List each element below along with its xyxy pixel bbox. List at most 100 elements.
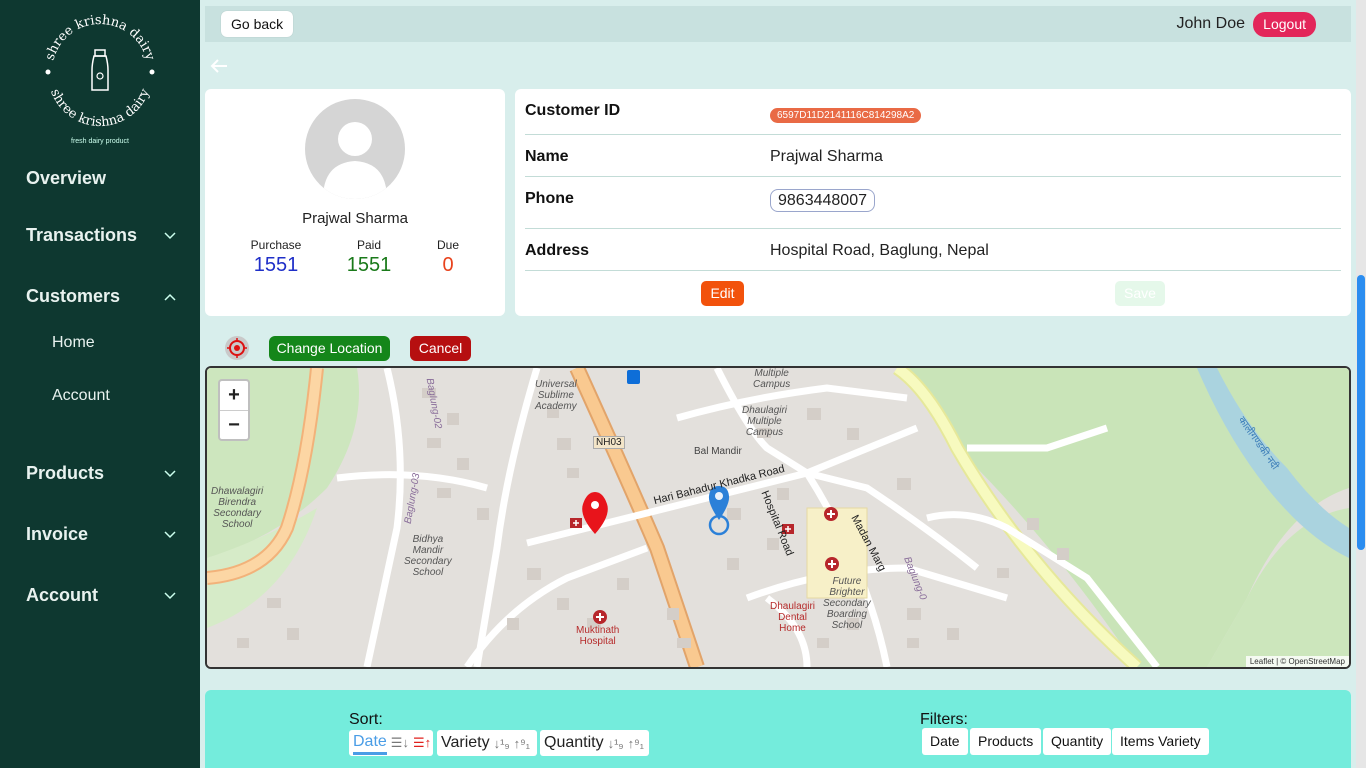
brand-logo: shree krishna dairy shree krishna dairy … xyxy=(43,13,158,145)
hospital-icon xyxy=(593,610,607,624)
sort-filter-panel: Sort: Date ☰↓ ☰↑ Variety ↓¹₉ ↑⁹₁ Quantit… xyxy=(205,690,1351,768)
scrollbar-thumb[interactable] xyxy=(1357,275,1365,550)
sort-title: Sort: xyxy=(349,711,383,728)
sort-numeric-ascending-icon[interactable]: ↓¹₉ xyxy=(608,736,624,751)
phone-label: Phone xyxy=(525,190,574,207)
customer-profile-card: Prajwal Sharma Purchase 1551 Paid 1551 D… xyxy=(205,89,505,316)
sidebar-item-products[interactable]: Products xyxy=(26,463,176,484)
brand-name-bottom: shree krishna dairy xyxy=(47,86,153,130)
address-value: Hospital Road, Baglung, Nepal xyxy=(770,242,989,259)
back-arrow-icon[interactable] xyxy=(208,55,232,77)
customer-id-label: Customer ID xyxy=(525,102,621,119)
sidebar-item-customers[interactable]: Customers xyxy=(26,286,176,307)
sidebar-item-label: Transactions xyxy=(26,225,138,245)
chevron-down-icon xyxy=(164,530,176,538)
sort-numeric-descending-icon[interactable]: ↑⁹₁ xyxy=(628,736,644,751)
go-back-button[interactable]: Go back xyxy=(221,11,294,37)
sidebar-item-invoice[interactable]: Invoice xyxy=(26,524,176,545)
sort-quantity-group: Quantity ↓¹₉ ↑⁹₁ xyxy=(540,730,649,756)
map-label-bidhya: Bidhya Mandir Secondary School xyxy=(404,534,452,578)
due-label: Due xyxy=(436,238,459,252)
zoom-out-button[interactable]: − xyxy=(220,410,248,439)
customer-name: Prajwal Sharma xyxy=(302,210,408,227)
customer-details-card: Customer ID 6597D11D2141116C814298A2 Nam… xyxy=(515,89,1351,316)
purchase-label: Purchase xyxy=(250,238,302,252)
map-label-universal: Universal Sublime Academy xyxy=(535,379,577,412)
filter-chip-quantity[interactable]: Quantity xyxy=(1043,728,1112,755)
filters-title: Filters: xyxy=(920,711,968,728)
map-attribution[interactable]: Leaflet | © OpenStreetMap xyxy=(1245,656,1349,667)
location-map[interactable]: + − Universal Sublime Academy Multiple C… xyxy=(205,366,1351,669)
paid-value: 1551 xyxy=(346,254,392,276)
sidebar-item-label: Account xyxy=(26,585,98,605)
sidebar: shree krishna dairy shree krishna dairy … xyxy=(0,0,200,768)
purchase-value: 1551 xyxy=(253,254,299,276)
due-value: 0 xyxy=(442,254,454,276)
sidebar-item-transactions[interactable]: Transactions xyxy=(26,225,176,246)
change-location-button[interactable]: Change Location xyxy=(269,336,390,361)
customer-id-badge: 6597D11D2141116C814298A2 xyxy=(770,108,922,123)
map-label-dhaulagiri-campus: Dhaulagiri Multiple Campus xyxy=(742,405,788,438)
sort-descending-icon[interactable]: ☰↑ xyxy=(413,735,431,751)
milk-bottle-icon xyxy=(91,49,109,91)
paid-stat: Paid 1551 xyxy=(329,238,409,277)
hospital-icon xyxy=(825,557,839,571)
sidebar-subitem-account[interactable]: Account xyxy=(52,387,110,405)
map-label-multiple-campus: Multiple Campus xyxy=(753,368,791,390)
pharmacy-icon xyxy=(570,518,582,528)
locate-target-icon[interactable] xyxy=(225,336,249,360)
hospital-icon xyxy=(824,507,838,521)
sidebar-item-overview[interactable]: Overview xyxy=(26,168,176,189)
sidebar-subitem-home[interactable]: Home xyxy=(52,334,95,352)
customer-id-value: 6597D11D2141116C814298A2 xyxy=(770,105,922,123)
chevron-up-icon xyxy=(164,293,176,301)
sidebar-item-label: Overview xyxy=(26,168,107,188)
sort-date-group: Date ☰↓ ☰↑ xyxy=(349,730,433,756)
zoom-in-button[interactable]: + xyxy=(220,381,248,410)
map-zoom-control: + − xyxy=(218,379,250,441)
bus-stop-icon xyxy=(627,370,640,384)
map-label-dental: Dhaulagiri Dental Home xyxy=(770,601,816,634)
map-label-nh03: NH03 xyxy=(593,436,625,449)
chevron-down-icon xyxy=(164,469,176,477)
map-label-muktinath: Muktinath Hospital xyxy=(576,625,620,647)
purchase-stat: Purchase 1551 xyxy=(236,238,316,277)
page-scrollbar[interactable] xyxy=(1356,0,1366,768)
phone-value: 9863448007 xyxy=(770,189,875,212)
top-bar: Go back John Doe Logout xyxy=(205,6,1351,42)
brand-tagline: fresh dairy product xyxy=(71,138,129,145)
due-stat: Due 0 xyxy=(408,238,488,277)
name-label: Name xyxy=(525,148,569,165)
filter-chip-products[interactable]: Products xyxy=(970,728,1042,755)
chevron-down-icon xyxy=(164,591,176,599)
map-label-dhawalagiri: Dhawalagiri Birendra Secondary School xyxy=(211,486,264,530)
address-row: Address Hospital Road, Baglung, Nepal xyxy=(525,229,1341,271)
sidebar-item-label: Products xyxy=(26,463,105,483)
sort-numeric-descending-icon[interactable]: ↑⁹₁ xyxy=(514,736,530,751)
filter-chip-items-variety[interactable]: Items Variety xyxy=(1112,728,1209,755)
customer-id-row: Customer ID 6597D11D2141116C814298A2 xyxy=(525,89,1341,135)
filter-chip-date[interactable]: Date xyxy=(922,728,968,755)
phone-row: Phone 9863448007 xyxy=(525,177,1341,229)
edit-button[interactable]: Edit xyxy=(701,281,744,306)
map-label-bal-mandir: Bal Mandir xyxy=(694,446,742,457)
name-row: Name Prajwal Sharma xyxy=(525,135,1341,177)
sort-date-label[interactable]: Date xyxy=(353,732,387,755)
sidebar-item-label: Customers xyxy=(26,286,121,306)
name-value: Prajwal Sharma xyxy=(770,148,883,165)
user-name: John Doe xyxy=(1176,15,1246,32)
avatar xyxy=(305,99,405,199)
sort-quantity-label[interactable]: Quantity xyxy=(544,734,604,752)
paid-label: Paid xyxy=(356,238,382,252)
save-button[interactable]: Save xyxy=(1115,281,1165,306)
sidebar-item-account[interactable]: Account xyxy=(26,585,176,606)
logout-button[interactable]: Logout xyxy=(1253,12,1316,37)
cancel-location-button[interactable]: Cancel xyxy=(410,336,471,361)
sort-ascending-icon[interactable]: ☰↓ xyxy=(391,735,409,751)
sort-variety-group: Variety ↓¹₉ ↑⁹₁ xyxy=(437,730,537,756)
chevron-down-icon xyxy=(164,231,176,239)
sort-variety-label[interactable]: Variety xyxy=(441,734,490,752)
address-label: Address xyxy=(525,242,590,259)
map-label-future: Future Brighter Secondary Boarding Schoo… xyxy=(823,576,871,631)
sort-numeric-ascending-icon[interactable]: ↓¹₉ xyxy=(494,736,510,751)
